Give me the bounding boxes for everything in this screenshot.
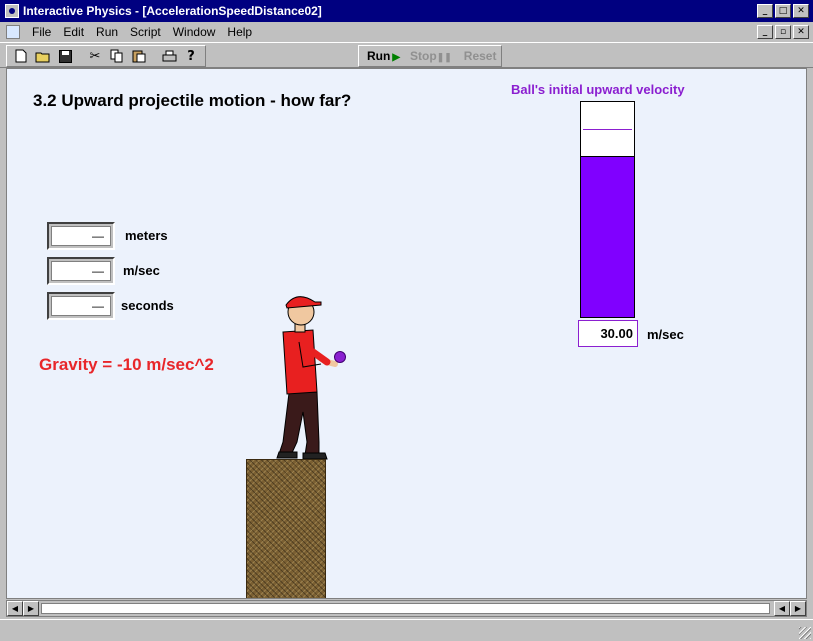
doc-close-button[interactable]: ✕ bbox=[793, 25, 809, 39]
time-meter[interactable]: — bbox=[47, 292, 115, 320]
horizontal-scrollbar[interactable]: ◀ ▶ ◀ ▶ bbox=[6, 600, 807, 617]
run-label: Run bbox=[367, 49, 391, 63]
ball[interactable] bbox=[334, 351, 346, 363]
person-figure[interactable] bbox=[269, 292, 341, 460]
slider-max-mark bbox=[583, 129, 632, 130]
menu-help-label: Help bbox=[227, 25, 253, 39]
close-button[interactable]: ✕ bbox=[793, 4, 809, 18]
distance-meter-unit: meters bbox=[125, 228, 168, 243]
cut-scissors-icon[interactable]: ✂ bbox=[85, 47, 105, 65]
status-bar bbox=[0, 619, 813, 641]
menu-run-label: Run bbox=[96, 25, 119, 39]
velocity-slider-fill[interactable] bbox=[581, 155, 634, 317]
page-title: 3.2 Upward projectile motion - how far? bbox=[33, 91, 352, 110]
document-icon[interactable] bbox=[6, 25, 20, 39]
resize-grip-icon[interactable] bbox=[799, 627, 811, 639]
save-disk-icon[interactable] bbox=[55, 47, 75, 65]
distance-meter[interactable]: — bbox=[47, 222, 115, 250]
menu-file-label: File bbox=[32, 25, 52, 39]
time-meter-value: — bbox=[51, 296, 111, 316]
menu-help[interactable]: Help bbox=[221, 25, 258, 39]
menu-script[interactable]: Script bbox=[124, 25, 167, 39]
toolbar: ✂ ? Run ▶ Stop❚❚ Reset bbox=[0, 42, 813, 68]
app-icon[interactable] bbox=[5, 4, 19, 18]
open-folder-icon[interactable] bbox=[33, 47, 53, 65]
simulation-canvas[interactable]: 3.2 Upward projectile motion - how far? … bbox=[6, 68, 807, 599]
menu-bar: File Edit Run Script Window Help _ ▫ ✕ bbox=[0, 22, 813, 42]
gravity-label: Gravity = -10 m/sec^2 bbox=[39, 355, 214, 374]
speed-meter[interactable]: — bbox=[47, 257, 115, 285]
run-button[interactable]: Run ▶ bbox=[367, 49, 400, 63]
maximize-button[interactable]: □ bbox=[775, 4, 791, 18]
time-meter-unit: seconds bbox=[121, 298, 174, 313]
pause-icon: ❚❚ bbox=[436, 52, 452, 62]
window-title: Interactive Physics - [AccelerationSpeed… bbox=[23, 4, 322, 18]
menu-script-label: Script bbox=[130, 25, 161, 39]
speed-meter-unit: m/sec bbox=[123, 263, 160, 278]
menu-window[interactable]: Window bbox=[167, 25, 222, 39]
menu-file[interactable]: File bbox=[26, 25, 57, 39]
doc-minimize-button[interactable]: _ bbox=[757, 25, 773, 39]
paste-icon[interactable] bbox=[129, 47, 149, 65]
scroll-left-end-icon[interactable]: ◀ bbox=[7, 601, 23, 616]
menu-run[interactable]: Run bbox=[90, 25, 124, 39]
scroll-left-icon[interactable]: ◀ bbox=[774, 601, 790, 616]
run-controls: Run ▶ Stop❚❚ Reset bbox=[358, 45, 502, 67]
print-icon[interactable] bbox=[159, 47, 179, 65]
title-bar: Interactive Physics - [AccelerationSpeed… bbox=[0, 0, 813, 22]
doc-restore-button[interactable]: ▫ bbox=[775, 25, 791, 39]
scroll-right-icon[interactable]: ▶ bbox=[23, 601, 39, 616]
distance-meter-value: — bbox=[51, 226, 111, 246]
file-tool-group: ✂ ? bbox=[6, 45, 206, 67]
stop-button[interactable]: Stop❚❚ bbox=[410, 49, 452, 63]
velocity-unit: m/sec bbox=[647, 327, 684, 342]
help-icon[interactable]: ? bbox=[181, 47, 201, 65]
velocity-slider[interactable] bbox=[580, 101, 635, 318]
stop-label: Stop bbox=[410, 49, 437, 63]
new-file-icon[interactable] bbox=[11, 47, 31, 65]
play-icon: ▶ bbox=[392, 52, 401, 63]
copy-icon[interactable] bbox=[107, 47, 127, 65]
reset-button[interactable]: Reset bbox=[464, 49, 497, 63]
menu-edit-label: Edit bbox=[63, 25, 85, 39]
menu-window-label: Window bbox=[172, 25, 216, 39]
minimize-button[interactable]: _ bbox=[757, 4, 773, 18]
platform-pillar[interactable] bbox=[246, 459, 326, 598]
scroll-right-end-icon[interactable]: ▶ bbox=[790, 601, 806, 616]
velocity-slider-title: Ball's initial upward velocity bbox=[511, 82, 685, 97]
speed-meter-value: — bbox=[51, 261, 111, 281]
menu-edit[interactable]: Edit bbox=[57, 25, 90, 39]
velocity-input[interactable]: 30.00 bbox=[578, 320, 638, 347]
scroll-track[interactable] bbox=[41, 603, 770, 614]
